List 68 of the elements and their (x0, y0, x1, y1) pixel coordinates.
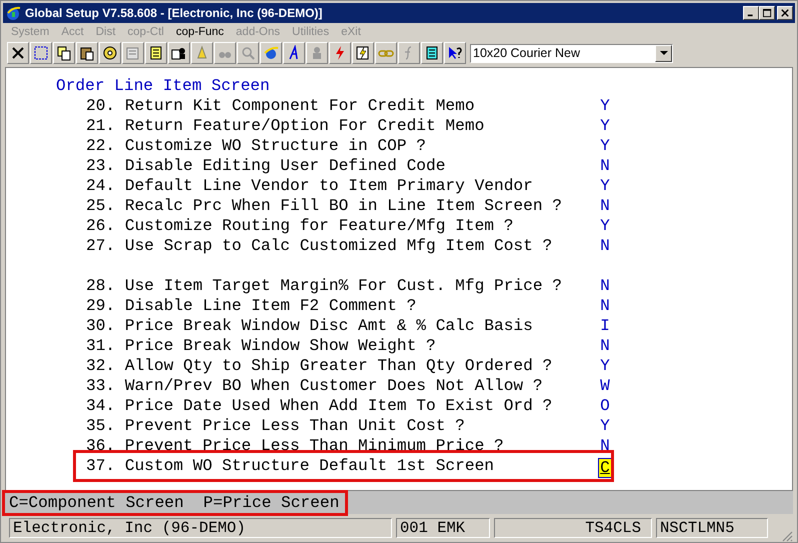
setting-label: 32. Allow Qty to Ship Greater Than Qty Ordered ? (86, 356, 554, 376)
window-title: Global Setup V7.58.608 - [Electronic, Inc (96-DEMO)] (25, 6, 324, 20)
status-panel: TS4CLS (494, 518, 652, 538)
search-icon[interactable] (237, 42, 259, 64)
setting-value[interactable]: C (599, 458, 611, 476)
setting-value[interactable]: N (599, 156, 611, 176)
setting-value[interactable]: N (599, 236, 611, 256)
status-panel: 001 EMK (396, 518, 490, 538)
setting-label: 21. Return Feature/Option For Credit Memo (86, 116, 486, 136)
list-icon[interactable] (421, 42, 443, 64)
setting-value[interactable]: Y (599, 96, 611, 116)
close-icon[interactable] (7, 42, 29, 64)
hint-text: C=Component Screen P=Price Screen (5, 492, 346, 512)
status-panel: Electronic, Inc (96-DEMO) (9, 518, 392, 538)
form-icon[interactable] (122, 42, 144, 64)
function-icon[interactable] (398, 42, 420, 64)
setting-label: 36. Prevent Price Less Than Minimum Price ? (86, 436, 505, 456)
setting-value[interactable]: N (599, 336, 611, 356)
setting-label: 24. Default Line Vendor to Item Primary Vendor (86, 176, 534, 196)
setting-value[interactable]: Y (599, 136, 611, 156)
setting-value[interactable]: N (599, 436, 611, 456)
setting-label: 26. Customize Routing for Feature/Mfg Item ? (86, 216, 514, 236)
setting-label: 35. Prevent Price Less Than Unit Cost ? (86, 416, 466, 436)
screen-heading: Order Line Item Screen (56, 76, 271, 96)
setting-value[interactable]: Y (599, 116, 611, 136)
setting-label: 23. Disable Editing User Defined Code (86, 156, 446, 176)
setting-value[interactable]: I (599, 316, 611, 336)
note-icon[interactable] (145, 42, 167, 64)
setting-label: 34. Price Date Used When Add Item To Exist Ord ? (86, 396, 554, 416)
setting-label: 27. Use Scrap to Calc Customized Mfg Item Cost ? (86, 236, 554, 256)
copy-icon[interactable] (53, 42, 75, 64)
setting-value[interactable]: O (599, 396, 611, 416)
setting-label: 25. Recalc Prc When Fill BO in Line Item Screen ? (86, 196, 563, 216)
setting-value[interactable]: W (599, 376, 611, 396)
paste-icon[interactable] (76, 42, 98, 64)
font-dropdown[interactable]: 10x20 Courier New (470, 44, 673, 62)
app-logo-icon (5, 5, 21, 21)
maximize-button[interactable] (759, 6, 775, 20)
person-icon[interactable] (168, 42, 190, 64)
setting-value[interactable]: N (599, 276, 611, 296)
select-icon[interactable] (30, 42, 52, 64)
setting-label: 30. Price Break Window Disc Amt & % Calc Basis (86, 316, 534, 336)
menu-item[interactable]: cop-Func (176, 26, 224, 38)
close-button[interactable] (777, 6, 793, 20)
globe-icon[interactable] (260, 42, 282, 64)
bolt-page-icon[interactable] (352, 42, 374, 64)
setting-value[interactable]: Y (599, 416, 611, 436)
bolt-icon[interactable] (329, 42, 351, 64)
setting-label: 33. Warn/Prev BO When Customer Does Not Allow ? (86, 376, 544, 396)
maximize-icon (762, 8, 772, 18)
close-icon (781, 9, 789, 17)
setting-value[interactable]: Y (599, 176, 611, 196)
setting-label: 29. Disable Line Item F2 Comment ? (86, 296, 418, 316)
figure-icon[interactable] (306, 42, 328, 64)
dropdown-arrow-icon (660, 50, 668, 56)
setting-value[interactable]: N (599, 296, 611, 316)
status-panel: NSCTLMN5 (656, 518, 768, 538)
setting-label: 31. Price Break Window Show Weight ? (86, 336, 437, 356)
help-icon[interactable] (444, 42, 466, 64)
setting-value[interactable]: Y (599, 356, 611, 376)
setting-label: 28. Use Item Target Margin% For Cust. Mfg Price ? (86, 276, 563, 296)
minimize-button[interactable] (743, 6, 759, 20)
setting-label: 22. Customize WO Structure in COP ? (86, 136, 427, 156)
setting-label: 37. Custom WO Structure Default 1st Screen (86, 456, 495, 477)
setting-value[interactable]: N (599, 196, 611, 216)
setting-label: 20. Return Kit Component For Credit Memo (86, 96, 476, 116)
link-icon[interactable] (375, 42, 397, 64)
setting-value[interactable]: Y (599, 216, 611, 236)
